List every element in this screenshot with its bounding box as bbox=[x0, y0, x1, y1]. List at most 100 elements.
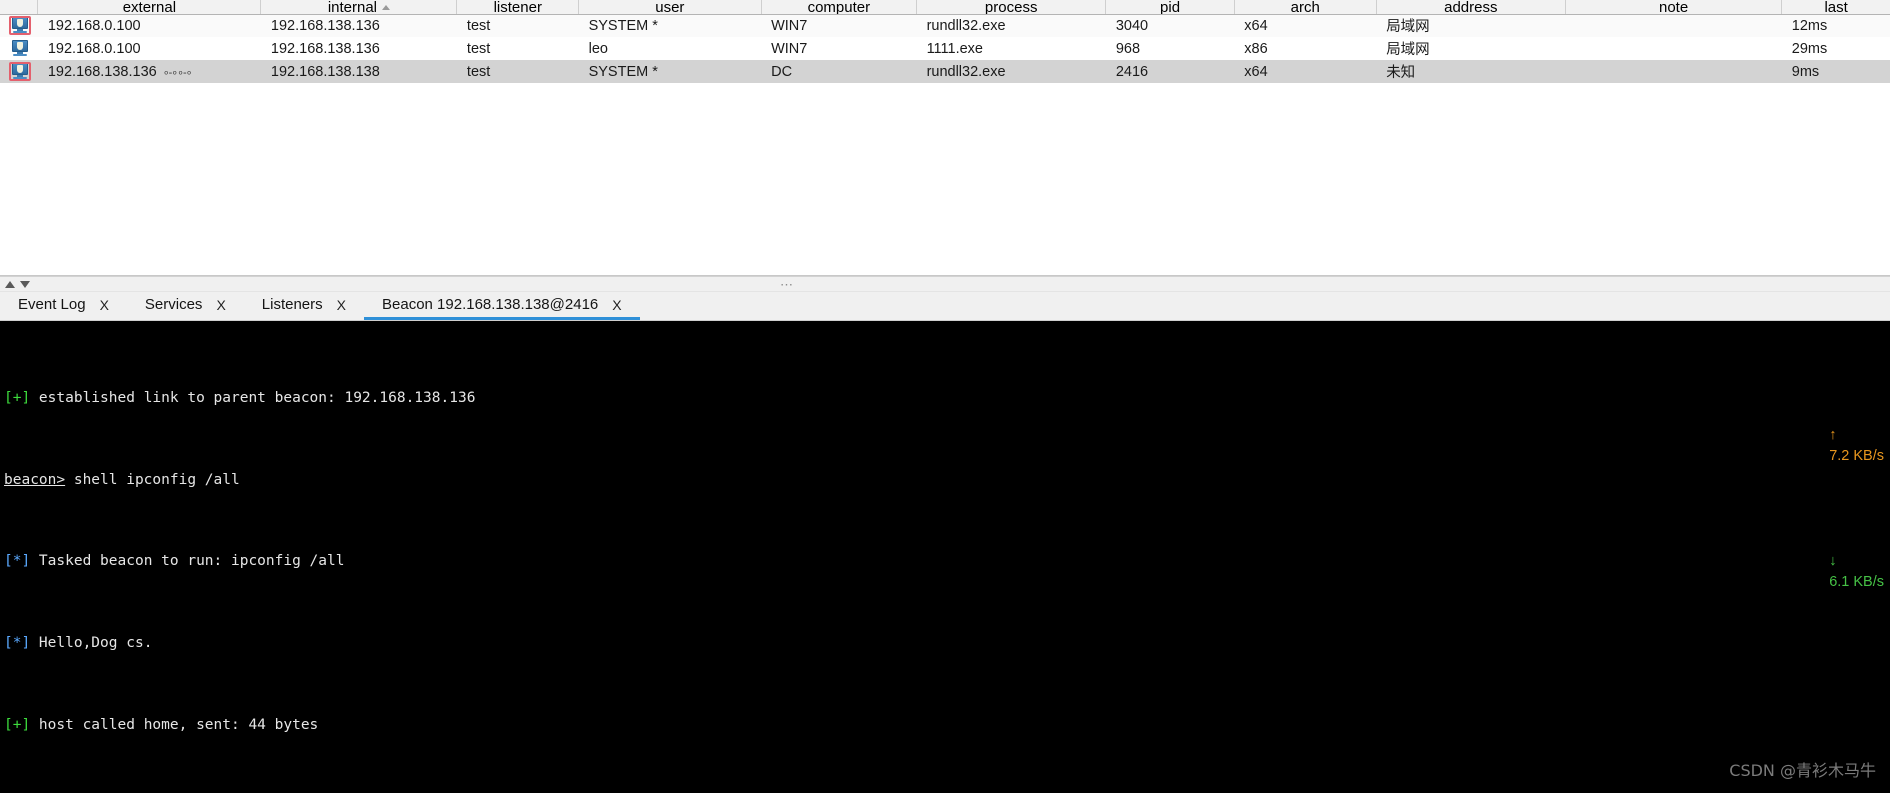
arrow-down-icon: ↓ bbox=[1829, 553, 1837, 569]
triangle-down-icon[interactable] bbox=[20, 280, 30, 288]
cell-user: SYSTEM * bbox=[588, 63, 658, 80]
sort-ascending-icon bbox=[382, 4, 391, 10]
console-line: [+] established link to parent beacon: 1… bbox=[4, 388, 1890, 408]
cell-address: 局域网 bbox=[1386, 19, 1430, 36]
link-chain-icon: ∘-∘∘-∘ bbox=[162, 66, 193, 79]
cell-note bbox=[1565, 60, 1781, 83]
console-line: [*] Tasked beacon to run: ipconfig /all bbox=[4, 551, 1890, 571]
tab-listeners-label: Listeners bbox=[261, 296, 323, 313]
table-row[interactable]: 192.168.138.136 ∘-∘∘-∘ 192.168.138.138 te… bbox=[0, 60, 1890, 83]
col-header-address[interactable]: address bbox=[1376, 0, 1566, 15]
col-header-internal-label: internal bbox=[327, 0, 378, 14]
cell-pid: 2416 bbox=[1115, 63, 1149, 80]
col-header-note[interactable]: note bbox=[1565, 0, 1783, 15]
col-header-user[interactable]: user bbox=[578, 0, 762, 15]
tab-listeners-close-icon[interactable]: X bbox=[337, 297, 346, 313]
beacon-elevated-icon bbox=[9, 62, 31, 81]
col-header-arch[interactable]: arch bbox=[1234, 0, 1377, 15]
cell-address: 局域网 bbox=[1386, 42, 1430, 58]
col-header-external[interactable]: external bbox=[37, 0, 262, 15]
beacon-elevated-icon bbox=[9, 16, 31, 36]
col-header-icon[interactable] bbox=[0, 0, 39, 15]
cell-external: 192.168.0.100 bbox=[47, 40, 141, 57]
cell-last: 29ms bbox=[1791, 40, 1828, 57]
cell-last: 9ms bbox=[1791, 63, 1820, 80]
beacon-table-pane: external internal listener user computer… bbox=[0, 0, 1890, 276]
watermark: CSDN @青衫木马牛 bbox=[1729, 760, 1876, 780]
col-header-process[interactable]: process bbox=[916, 0, 1107, 15]
col-header-listener[interactable]: listener bbox=[456, 0, 580, 15]
col-header-note-label: note bbox=[1659, 0, 1689, 14]
col-header-internal[interactable]: internal bbox=[260, 0, 458, 15]
col-header-computer-label: computer bbox=[807, 0, 871, 14]
cell-computer: WIN7 bbox=[771, 17, 808, 34]
tab-services[interactable]: Services X bbox=[127, 292, 244, 320]
cell-last: 12ms bbox=[1791, 17, 1828, 34]
col-header-address-label: address bbox=[1444, 0, 1498, 14]
pane-splitter[interactable]: ⋯ bbox=[0, 276, 1890, 292]
tab-listeners[interactable]: Listeners X bbox=[244, 292, 364, 320]
beacon-icon bbox=[10, 40, 30, 57]
col-header-last[interactable]: last bbox=[1781, 0, 1890, 15]
splitter-grip-icon[interactable]: ⋯ bbox=[780, 278, 796, 291]
cell-computer: WIN7 bbox=[771, 40, 808, 57]
cell-user: leo bbox=[588, 40, 608, 57]
header-row: external internal listener user computer… bbox=[0, 0, 1890, 15]
cell-listener: test bbox=[466, 17, 491, 34]
console-status-tag: [+] bbox=[4, 716, 31, 733]
bandwidth-download-value: 6.1 KB/s bbox=[1829, 574, 1884, 590]
col-header-listener-label: listener bbox=[493, 0, 542, 14]
console-line: [+] host called home, sent: 44 bytes bbox=[4, 715, 1890, 735]
triangle-up-icon[interactable] bbox=[5, 280, 15, 288]
row-beacon-icon-cell bbox=[0, 37, 38, 60]
cell-internal: 192.168.138.136 bbox=[270, 17, 380, 34]
tab-beacon-console[interactable]: Beacon 192.168.138.138@2416 X bbox=[364, 292, 640, 320]
cell-address: 未知 bbox=[1386, 65, 1416, 81]
tab-services-close-icon[interactable]: X bbox=[216, 297, 225, 313]
cell-note bbox=[1565, 37, 1781, 60]
cell-arch: x64 bbox=[1244, 63, 1268, 80]
row-beacon-icon-cell bbox=[0, 60, 38, 83]
col-header-pid[interactable]: pid bbox=[1105, 0, 1235, 15]
bandwidth-upload: ↑ 7.2 KB/s bbox=[1797, 404, 1884, 488]
cell-external: 192.168.138.136 ∘-∘∘-∘ bbox=[38, 60, 261, 83]
bandwidth-upload-value: 7.2 KB/s bbox=[1829, 448, 1884, 464]
cell-pid: 968 bbox=[1115, 40, 1141, 57]
table-row[interactable]: 192.168.0.100 192.168.138.136 test SYSTE… bbox=[0, 14, 1890, 37]
tab-beacon-console-close-icon[interactable]: X bbox=[612, 297, 621, 313]
cell-user: SYSTEM * bbox=[588, 17, 658, 34]
bandwidth-indicator: ↑ 7.2 KB/s ↓ 6.1 KB/s bbox=[1797, 362, 1884, 656]
col-header-external-label: external bbox=[122, 0, 177, 14]
tab-event-log-label: Event Log bbox=[18, 296, 86, 313]
bandwidth-download: ↓ 6.1 KB/s bbox=[1797, 530, 1884, 614]
cell-computer: DC bbox=[771, 63, 793, 80]
console-status-tag: [*] bbox=[4, 553, 31, 570]
arrow-up-icon: ↑ bbox=[1829, 427, 1837, 443]
cell-process: rundll32.exe bbox=[926, 17, 1006, 34]
tab-event-log[interactable]: Event Log X bbox=[0, 292, 127, 320]
beacon-table-header[interactable]: external internal listener user computer… bbox=[0, 0, 1890, 15]
console-line-text: Tasked beacon to run: ipconfig /all bbox=[30, 553, 345, 570]
console-line-text: Hello,Dog cs. bbox=[30, 635, 153, 652]
cell-external-value: 192.168.138.136 bbox=[47, 63, 157, 80]
cell-process: rundll32.exe bbox=[926, 63, 1006, 80]
col-header-process-label: process bbox=[984, 0, 1038, 14]
cell-internal: 192.168.138.138 bbox=[270, 63, 380, 80]
tab-bar: Event Log X Services X Listeners X Beaco… bbox=[0, 292, 1890, 321]
col-header-last-label: last bbox=[1824, 0, 1848, 14]
col-header-arch-label: arch bbox=[1290, 0, 1320, 14]
splitter-collapse-controls bbox=[5, 280, 30, 288]
beacon-table[interactable]: external internal listener user computer… bbox=[0, 0, 1890, 83]
table-row[interactable]: 192.168.0.100 192.168.138.136 test leo W… bbox=[0, 37, 1890, 60]
console-status-tag: [*] bbox=[4, 635, 31, 652]
col-header-computer[interactable]: computer bbox=[761, 0, 918, 15]
cell-pid: 3040 bbox=[1115, 17, 1149, 34]
cell-process: 1111.exe bbox=[926, 40, 983, 57]
cell-internal: 192.168.138.136 bbox=[270, 40, 380, 57]
beacon-console[interactable]: [+] established link to parent beacon: 1… bbox=[0, 321, 1890, 793]
cell-listener: test bbox=[466, 63, 491, 80]
tab-event-log-close-icon[interactable]: X bbox=[100, 297, 109, 313]
col-header-user-label: user bbox=[655, 0, 685, 14]
beacon-table-body: 192.168.0.100 192.168.138.136 test SYSTE… bbox=[0, 14, 1890, 83]
cobalt-strike-window: external internal listener user computer… bbox=[0, 0, 1890, 793]
